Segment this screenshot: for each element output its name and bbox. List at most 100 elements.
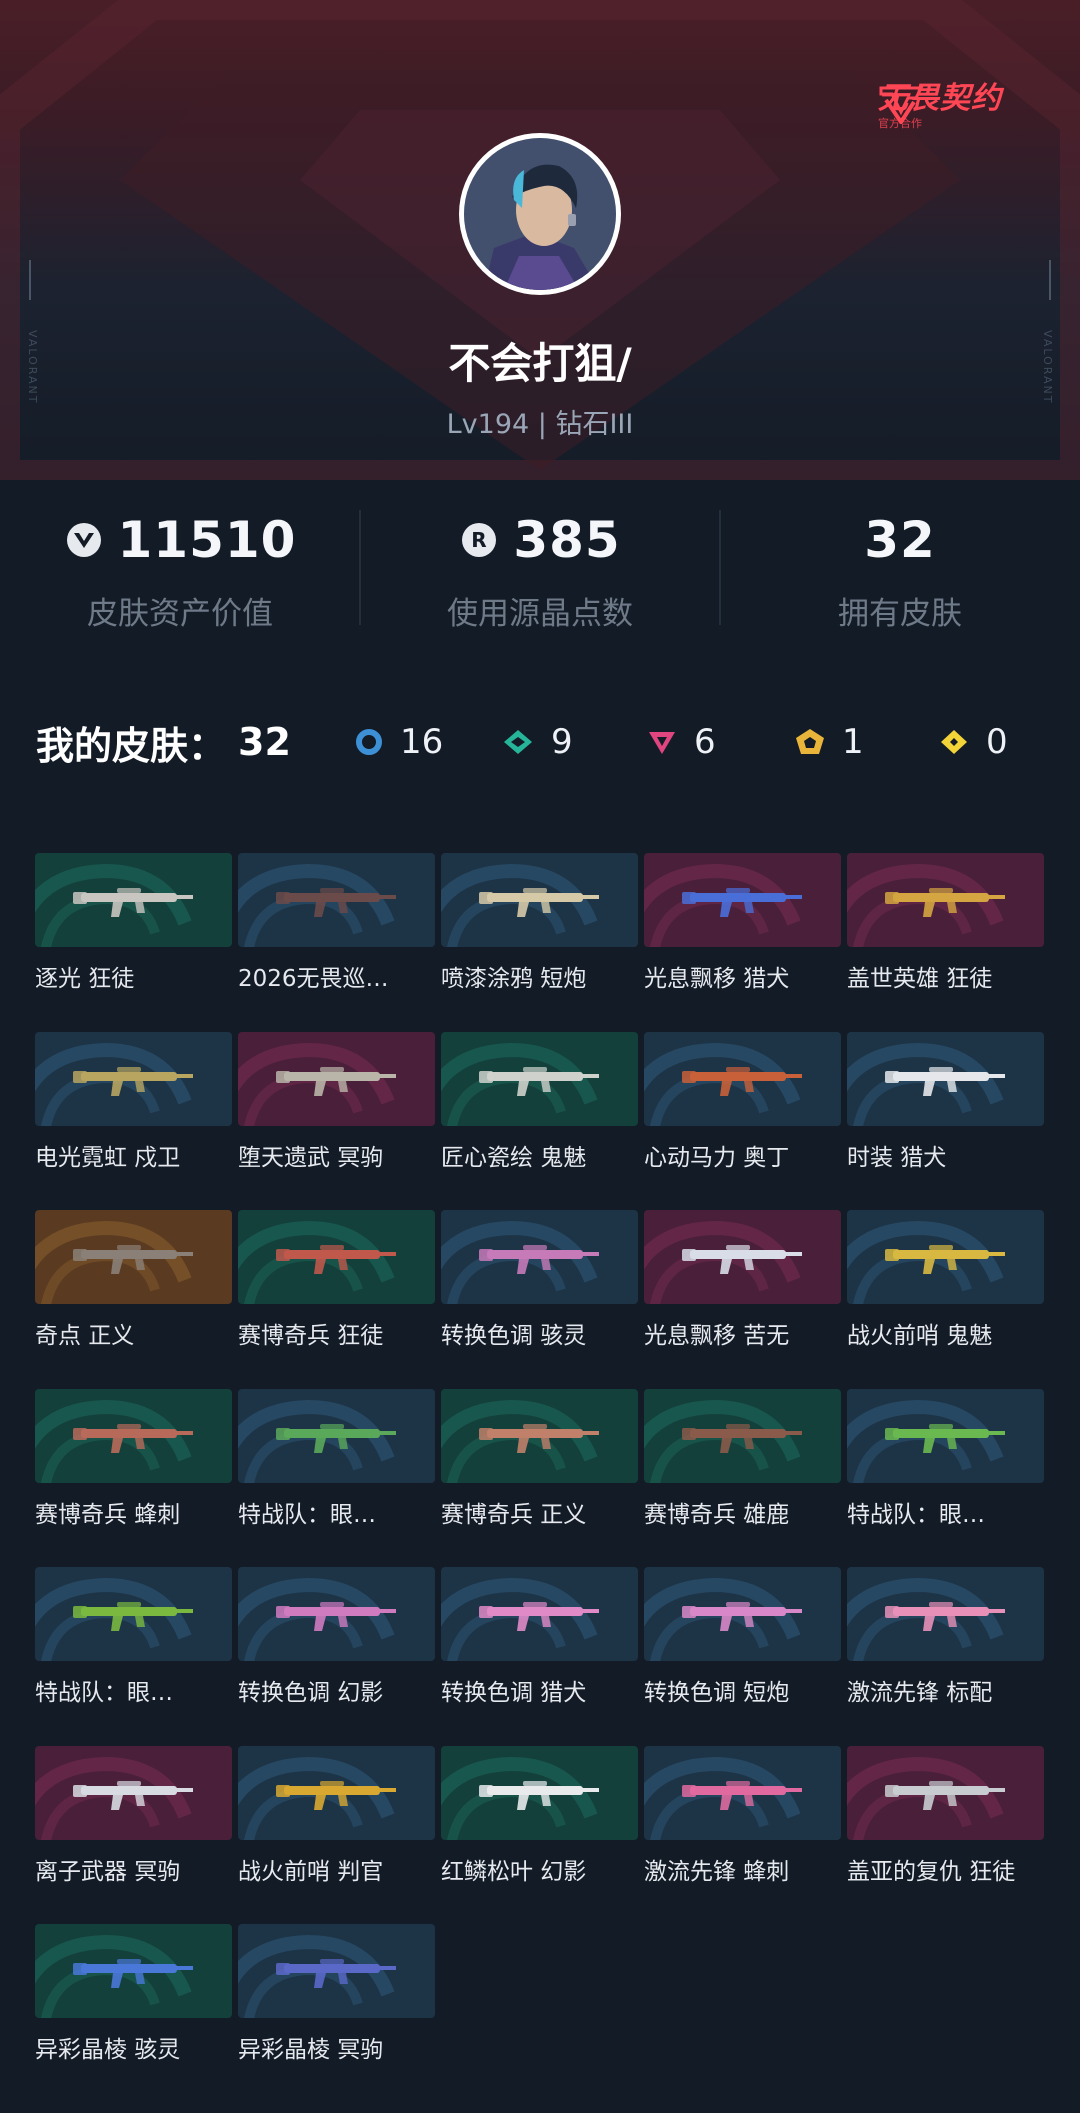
skin-card[interactable]: 2026无畏巡… <box>238 853 435 993</box>
skin-thumbnail <box>847 1745 1044 1840</box>
skin-name: 逐光 狂徒 <box>35 966 135 992</box>
skin-name: 赛博奇兵 正义 <box>441 1501 587 1528</box>
skin-thumbnail <box>644 853 841 947</box>
weapon-image <box>885 1602 1005 1631</box>
weapon-image <box>885 1780 1005 1810</box>
skin-thumbnail <box>847 1567 1044 1661</box>
skin-thumbnail <box>441 1388 638 1483</box>
skin-card[interactable]: 赛博奇兵 雄鹿 <box>644 1388 841 1529</box>
skin-card[interactable]: 转换色调 幻影 <box>238 1567 435 1707</box>
weapon-image <box>479 1066 599 1096</box>
skin-thumbnail <box>644 1388 841 1483</box>
skin-card[interactable]: 异彩晶棱 冥驹 <box>238 1924 435 2064</box>
skin-card[interactable]: 特战队：眼… <box>238 1388 435 1529</box>
username: 不会打狙/ <box>448 339 632 388</box>
ultra-tier-icon <box>796 729 824 754</box>
skin-name: 电光霓虹 戍卫 <box>35 1144 181 1171</box>
skin-card[interactable]: 盖亚的复仇 狂徒 <box>847 1745 1044 1886</box>
skin-thumbnail <box>35 1745 232 1840</box>
skin-card[interactable]: 特战队：眼… <box>847 1388 1044 1529</box>
skin-card[interactable]: 转换色调 猎犬 <box>441 1567 638 1707</box>
skin-name: 赛博奇兵 蜂刺 <box>35 1501 181 1528</box>
agent-portrait <box>464 138 616 290</box>
weapon-image <box>73 1959 193 1988</box>
weapon-image <box>73 888 193 917</box>
skin-card[interactable]: 激流先锋 蜂刺 <box>644 1745 841 1886</box>
weapon-image <box>73 1602 193 1631</box>
skin-card[interactable]: 光息飘移 苦无 <box>644 1210 841 1350</box>
skin-name: 特战队：眼… <box>35 1680 173 1706</box>
skin-name: 异彩晶棱 冥驹 <box>238 2037 384 2063</box>
skin-card[interactable]: 赛博奇兵 蜂刺 <box>35 1388 232 1529</box>
skin-thumbnail <box>847 1210 1044 1304</box>
skin-card[interactable]: 心动马力 奥丁 <box>644 1031 841 1172</box>
weapon-image <box>73 1780 193 1810</box>
weapon-image <box>276 1602 396 1631</box>
skin-card[interactable]: 转换色调 骇灵 <box>441 1210 638 1350</box>
skin-card[interactable]: 喷漆涂鸦 短炮 <box>441 853 638 993</box>
weapon-image <box>885 1423 1005 1453</box>
weapon-image <box>276 1959 396 1988</box>
stat-owned-skins: 32 拥有皮肤 <box>720 500 1080 633</box>
weapon-image <box>885 1066 1005 1096</box>
skin-name: 离子武器 冥驹 <box>35 1858 181 1885</box>
skin-thumbnail <box>35 1567 232 1661</box>
skin-card[interactable]: 电光霓虹 戍卫 <box>35 1031 232 1172</box>
avatar[interactable] <box>459 133 621 295</box>
skin-card[interactable]: 赛博奇兵 正义 <box>441 1388 638 1529</box>
stats-bar: 11510 皮肤资产价值 R 385 使用源晶点数 32 拥有皮肤 <box>0 500 1080 640</box>
skin-name: 战火前哨 鬼魅 <box>847 1323 993 1349</box>
skin-rarity-summary: 我的皮肤： 32 16 9 6 1 0 <box>36 712 1046 772</box>
skin-name: 堕天遗武 冥驹 <box>238 1144 384 1171</box>
skin-thumbnail <box>644 1567 841 1661</box>
select-tier-icon <box>356 729 382 755</box>
skin-card[interactable]: 堕天遗武 冥驹 <box>238 1031 435 1172</box>
skin-card[interactable]: 红鳞松叶 幻影 <box>441 1745 638 1886</box>
skin-card[interactable]: 战火前哨 鬼魅 <box>847 1210 1044 1350</box>
skin-card[interactable]: 逐光 狂徒 <box>35 853 232 993</box>
weapon-image <box>276 1423 396 1453</box>
skin-card[interactable]: 盖世英雄 狂徒 <box>847 853 1044 993</box>
skin-card[interactable]: 转换色调 短炮 <box>644 1567 841 1707</box>
stat-asset-value: 11510 皮肤资产价值 <box>0 500 360 633</box>
stat-label: 使用源晶点数 <box>447 596 633 632</box>
skin-card[interactable]: 匠心瓷绘 鬼魅 <box>441 1031 638 1172</box>
weapon-image <box>479 1780 599 1810</box>
skin-name: 红鳞松叶 幻影 <box>441 1858 587 1885</box>
skin-name: 转换色调 幻影 <box>238 1680 384 1706</box>
level-rank: Lv194 | 钻石III <box>446 409 634 440</box>
skin-card[interactable]: 光息飘移 猎犬 <box>644 853 841 993</box>
skin-card[interactable]: 异彩晶棱 骇灵 <box>35 1924 232 2064</box>
skin-card[interactable]: 特战队：眼… <box>35 1567 232 1707</box>
skin-name: 战火前哨 判官 <box>238 1858 384 1885</box>
deluxe-tier-icon <box>504 730 532 754</box>
my-skins-title: 我的皮肤： <box>36 723 227 768</box>
skin-name: 心动马力 奥丁 <box>644 1144 790 1171</box>
skin-thumbnail <box>441 1567 638 1661</box>
skin-card[interactable]: 激流先锋 标配 <box>847 1567 1044 1707</box>
skin-thumbnail <box>441 853 638 947</box>
skin-card[interactable]: 奇点 正义 <box>35 1210 232 1350</box>
skin-card[interactable]: 战火前哨 判官 <box>238 1745 435 1886</box>
weapon-image <box>479 1423 599 1453</box>
skin-name: 转换色调 猎犬 <box>441 1680 587 1706</box>
skin-thumbnail <box>35 853 232 947</box>
stat-value: 32 <box>864 511 936 569</box>
tier-count: 0 <box>986 722 1008 762</box>
skin-thumbnail <box>35 1388 232 1483</box>
weapon-image <box>479 1245 599 1274</box>
tier-count: 6 <box>694 722 716 762</box>
premium-tier-icon <box>649 732 675 754</box>
stat-divider <box>359 510 361 625</box>
skin-card[interactable]: 时装 猎犬 <box>847 1031 1044 1172</box>
radianite-icon: R <box>462 523 497 557</box>
stat-value: 385 <box>513 511 621 569</box>
skin-name: 转换色调 骇灵 <box>441 1323 587 1349</box>
weapon-image <box>885 1245 1005 1274</box>
skin-name: 时装 猎犬 <box>847 1144 947 1171</box>
skin-thumbnail <box>35 1210 232 1304</box>
skin-card[interactable]: 离子武器 冥驹 <box>35 1745 232 1886</box>
skin-card[interactable]: 赛博奇兵 狂徒 <box>238 1210 435 1350</box>
skin-thumbnail <box>644 1210 841 1304</box>
weapon-image <box>73 1245 193 1274</box>
